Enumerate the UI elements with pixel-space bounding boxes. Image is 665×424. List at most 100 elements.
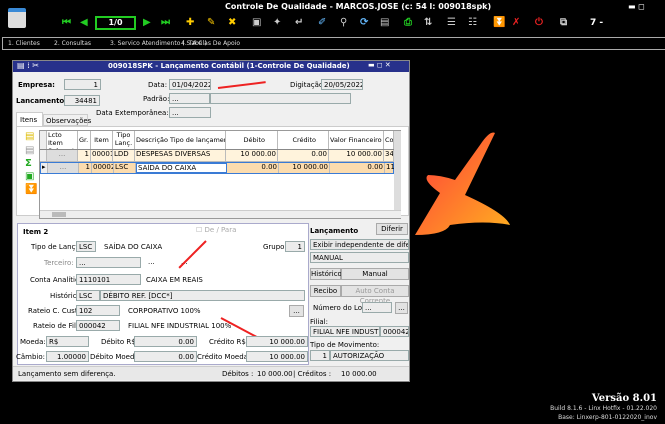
dialog-titlebar: ▤ ⁞ ✂ 009018SPK - Lançamento Contábil (1… [13, 61, 409, 72]
credito-moeda-field[interactable]: 10 000.00 [246, 351, 308, 362]
credito-rs-field[interactable]: 10 000.00 [246, 336, 308, 347]
debito-moeda-field[interactable]: 0.00 [134, 351, 197, 362]
lote-button[interactable]: ... [395, 302, 408, 314]
terceiro-desc-a: ... [148, 258, 155, 266]
data-ext-field[interactable]: ... [169, 107, 211, 118]
sort-icon[interactable]: ⇅ [424, 17, 432, 29]
debito-rs-field[interactable]: 0.00 [134, 336, 197, 347]
last-record-icon[interactable]: ⏭ [161, 17, 170, 29]
padrao-desc-field [210, 93, 351, 104]
col-tipo[interactable]: Tipo Lanç. [113, 131, 135, 149]
col-credito[interactable]: Crédito [278, 131, 329, 149]
filter-icon[interactable]: ⏬ [493, 17, 505, 29]
refresh-icon[interactable]: ⟳ [360, 17, 368, 29]
rateio-cc-field[interactable]: 102 [76, 305, 120, 316]
clear-icon[interactable]: ✐ [318, 17, 326, 29]
menu-tabelas[interactable]: 4. Tabelas De Apoio [181, 40, 240, 47]
manual-button[interactable]: Manual [341, 268, 409, 280]
col-debito[interactable]: Débito [226, 131, 278, 149]
prev-record-icon[interactable]: ◀ [80, 17, 88, 29]
tipo-field[interactable]: LSC [76, 241, 96, 252]
vertical-scrollbar[interactable] [394, 131, 401, 210]
tab-itens[interactable]: Itens [16, 112, 43, 126]
historico-button[interactable]: Histórico [310, 268, 342, 280]
exibir-select[interactable]: Exibir independente de diferença [310, 239, 409, 250]
filial-code-field[interactable]: 000042 [380, 326, 409, 337]
add-icon[interactable]: ✚ [186, 17, 194, 29]
moeda-field[interactable]: R$ [46, 336, 89, 347]
preview-icon[interactable]: ▤ [380, 17, 389, 29]
col-valor-financeiro[interactable]: Valor Financeiro [329, 131, 384, 149]
filter-down-icon[interactable]: ⏬ [25, 184, 37, 196]
version-label: Versão 8.01 [591, 393, 657, 404]
menu-consultas[interactable]: 2. Consultas [54, 40, 91, 47]
digitacao-field[interactable]: 20/05/2022 [321, 79, 363, 90]
next-record-icon[interactable]: ▶ [143, 17, 151, 29]
windows-icon[interactable]: ⧉ [560, 17, 567, 29]
horizontal-scrollbar[interactable] [40, 210, 401, 218]
grid-header: Lcto Item Subconta Gr. Item Tipo Lanç. D… [40, 131, 394, 150]
linx-logo [415, 132, 510, 235]
tipo-mov-label: Tipo de Movimento: [310, 341, 380, 349]
col-descricao[interactable]: Descrição Tipo de lançamento [135, 131, 226, 149]
exit-icon[interactable]: ⏻ [535, 17, 543, 29]
debitos-value: 10 000.00 [257, 370, 293, 378]
save-icon[interactable]: ▣ [252, 17, 261, 29]
conta-desc: CAIXA EM REAIS [146, 276, 203, 284]
data-field[interactable]: 01/04/2022 [169, 79, 211, 90]
search-icon[interactable]: ⚲ [340, 17, 347, 29]
add-row-icon[interactable]: ☰ [447, 17, 456, 29]
remove-item-icon[interactable]: ▤ [25, 145, 34, 157]
table-row[interactable]: ... 1 00001 LDD DESPESAS DIVERSAS 10 000… [40, 150, 394, 162]
tipo-mov-code-field[interactable]: 1 [310, 350, 330, 361]
filial-field[interactable]: FILIAL NFE INDUSTRIAL [310, 326, 380, 337]
confirm-icon[interactable]: ↵ [295, 17, 303, 29]
col-co[interactable]: Co [384, 131, 394, 149]
historico-field[interactable]: LSC [76, 290, 100, 301]
lote-field[interactable]: ... [362, 302, 392, 313]
col-gr[interactable]: Gr. [78, 131, 91, 149]
padrao-field[interactable]: ... [169, 93, 210, 104]
status-message: Lançamento sem diferença. [18, 370, 116, 378]
creditos-label: | Créditos : [293, 370, 332, 378]
data-label: Data: [148, 81, 168, 89]
de-para-checkbox[interactable]: ☐ De / Para [196, 226, 236, 234]
credito-moeda-label: Crédito Moeda: [197, 353, 251, 361]
historico-desc-field[interactable]: DÉBITO REF. [DCC*] [100, 290, 305, 301]
col-item[interactable]: Item [91, 131, 113, 149]
dialog-menu-icon[interactable]: ▤ ⁞ ✂ [17, 61, 39, 70]
auto-conta-button: Auto Conta Corrente [341, 285, 409, 305]
remove-row-icon[interactable]: ☷ [468, 17, 477, 29]
diferir-button[interactable]: Diferir [376, 223, 408, 235]
record-nav-box[interactable]: 1/0 [95, 16, 136, 30]
tab-observacoes[interactable]: Observações [43, 114, 91, 126]
rateio-more-button[interactable]: ... [289, 305, 304, 317]
first-record-icon[interactable]: ⏮ [62, 17, 71, 29]
status-bar: Lançamento sem diferença. Débitos : 10 0… [13, 366, 409, 380]
cambio-field[interactable]: 1.00000 [46, 351, 89, 362]
table-row-selected[interactable]: ▸ ... 1 00002 LSC SAÍDA DO CAIXA 0.00 10… [40, 162, 395, 174]
window-controls[interactable]: ▬ ◻ [628, 2, 645, 11]
lancamento-field[interactable]: 34481 [64, 95, 100, 106]
terceiro-field[interactable]: ... [76, 257, 141, 268]
conta-field[interactable]: 1110101 [76, 274, 141, 285]
sum-icon[interactable]: Σ [25, 158, 32, 170]
print-icon[interactable]: ⎙ [404, 17, 412, 29]
delete-icon[interactable]: ✖ [228, 17, 236, 29]
col-lcto[interactable]: Lcto Item Subconta [47, 131, 78, 149]
dialog-window-controls[interactable]: ▬ ◻ ✕ [368, 61, 391, 69]
copy-icon[interactable]: ✦ [273, 17, 281, 29]
edit-icon[interactable]: ✎ [207, 17, 215, 29]
de-para-label: De / Para [204, 226, 237, 234]
add-item-icon[interactable]: ▤ [25, 131, 34, 143]
rateio-filial-field[interactable]: 000042 [76, 320, 120, 331]
empresa-field[interactable]: 1 [64, 79, 101, 90]
export-icon[interactable]: ▣ [25, 171, 34, 183]
filial-label: Filial: [310, 318, 328, 326]
data-ext-label: Data Extemporânea: [96, 109, 169, 117]
clear-filter-icon[interactable]: ✗ [512, 17, 520, 29]
items-grid: Lcto Item Subconta Gr. Item Tipo Lanç. D… [39, 130, 401, 219]
grupo-field[interactable]: 1 [285, 241, 305, 252]
menu-clientes[interactable]: 1. Clientes [8, 40, 40, 47]
recibo-button[interactable]: Recibo [310, 285, 341, 297]
